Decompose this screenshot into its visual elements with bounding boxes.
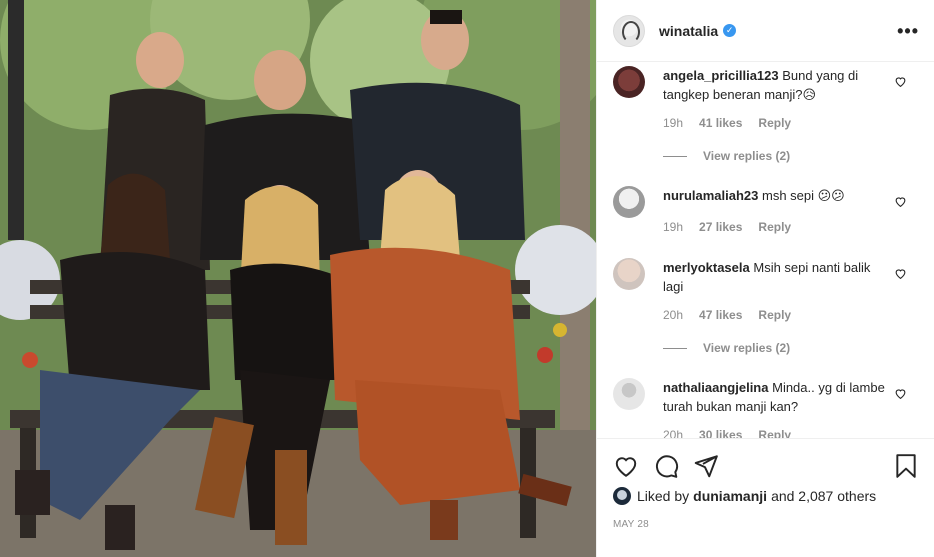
more-options-icon[interactable]: ••• <box>897 21 919 42</box>
likes-prefix: Liked by <box>637 488 690 504</box>
commenter-avatar[interactable] <box>613 258 645 290</box>
comment-likes[interactable]: 41 likes <box>699 116 742 130</box>
comment-time: 19h <box>663 116 684 130</box>
comment-content: nurulamaliah23 msh sepi 😕😕 <box>663 186 893 205</box>
verified-badge-icon: ✓ <box>723 24 737 37</box>
post-sidebar: winatalia ✓ ••• angela_pricillia123 Bund… <box>596 0 934 557</box>
comment-meta: 19h 27 likes Reply <box>663 220 791 234</box>
reply-button[interactable]: Reply <box>758 308 791 322</box>
comment-meta: 20h 30 likes Reply <box>663 428 791 438</box>
comment-content: angela_pricillia123 Bund yang di tangkep… <box>663 66 893 104</box>
photo-illustration <box>0 0 596 557</box>
comment-text: msh sepi 😕😕 <box>762 188 845 203</box>
author-username[interactable]: winatalia <box>659 23 718 39</box>
reply-button[interactable]: Reply <box>758 428 791 438</box>
view-replies-button[interactable]: View replies (2) <box>663 149 790 163</box>
likes-count[interactable]: and 2,087 others <box>771 488 876 504</box>
author-avatar[interactable] <box>613 14 645 47</box>
commenter-avatar[interactable] <box>613 378 645 410</box>
view-replies-label: View replies (2) <box>703 341 791 355</box>
comments-list[interactable]: angela_pricillia123 Bund yang di tangkep… <box>597 62 934 438</box>
replies-divider <box>663 347 687 349</box>
comment-likes[interactable]: 30 likes <box>699 428 742 438</box>
comment-username[interactable]: merlyoktasela <box>663 260 750 275</box>
share-send-icon[interactable] <box>693 453 719 479</box>
like-comment-heart-icon[interactable] <box>894 75 907 88</box>
instagram-post: winatalia ✓ ••• angela_pricillia123 Bund… <box>0 0 934 557</box>
likes-summary: Liked by duniamanji and 2,087 others <box>613 487 876 505</box>
commenter-avatar[interactable] <box>613 186 645 218</box>
post-header: winatalia ✓ ••• <box>597 0 934 62</box>
post-actions: Liked by duniamanji and 2,087 others MAY… <box>597 438 934 557</box>
like-heart-icon[interactable] <box>613 453 639 479</box>
comment-username[interactable]: nurulamaliah23 <box>663 188 758 203</box>
comment-bubble-icon[interactable] <box>653 453 679 479</box>
comment-meta: 20h 47 likes Reply <box>663 308 791 322</box>
liker-username[interactable]: duniamanji <box>693 488 767 504</box>
view-replies-label: View replies (2) <box>703 149 791 163</box>
like-comment-heart-icon[interactable] <box>894 267 907 280</box>
post-date[interactable]: MAY 28 <box>613 519 649 530</box>
commenter-avatar[interactable] <box>613 66 645 98</box>
reply-button[interactable]: Reply <box>758 116 791 130</box>
comment-username[interactable]: nathaliaangjelina <box>663 380 768 395</box>
comment-content: merlyoktasela Msih sepi nanti balik lagi <box>663 258 893 296</box>
comment-time: 19h <box>663 220 684 234</box>
comment-username[interactable]: angela_pricillia123 <box>663 68 779 83</box>
comment-meta: 19h 41 likes Reply <box>663 116 791 130</box>
comment-content: nathaliaangjelina Minda.. yg di lambe tu… <box>663 378 893 416</box>
comment-time: 20h <box>663 308 684 322</box>
reply-button[interactable]: Reply <box>758 220 791 234</box>
comment-likes[interactable]: 27 likes <box>699 220 742 234</box>
comment-likes[interactable]: 47 likes <box>699 308 742 322</box>
replies-divider <box>663 155 687 157</box>
save-bookmark-icon[interactable] <box>893 453 919 479</box>
view-replies-button[interactable]: View replies (2) <box>663 341 790 355</box>
like-comment-heart-icon[interactable] <box>894 387 907 400</box>
comment-time: 20h <box>663 428 684 438</box>
like-comment-heart-icon[interactable] <box>894 195 907 208</box>
post-photo[interactable] <box>0 0 596 557</box>
liker-avatar[interactable] <box>613 487 631 505</box>
